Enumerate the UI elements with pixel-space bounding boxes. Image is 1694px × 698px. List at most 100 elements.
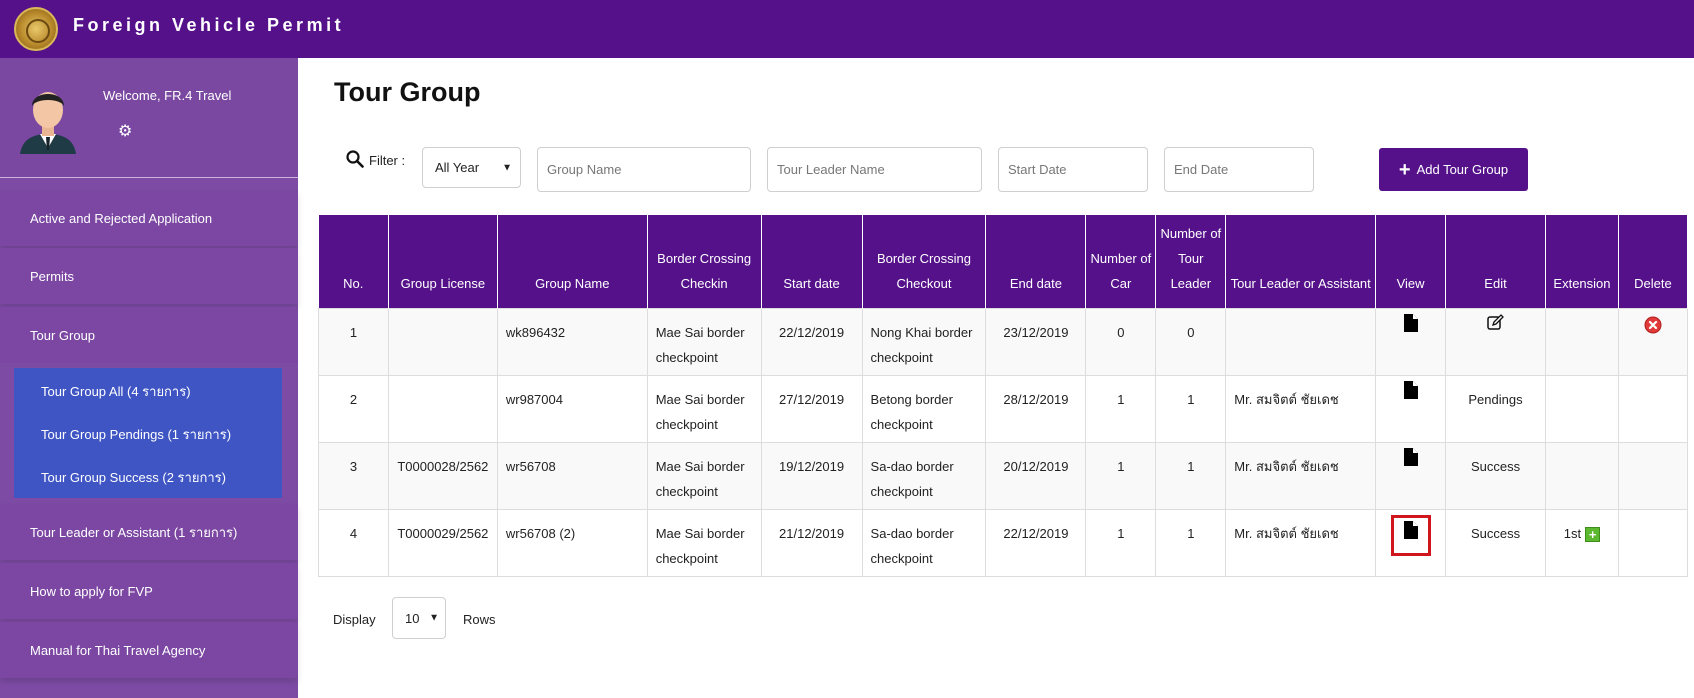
table-row: 3 T0000028/2562 wr56708 Mae Sai border c… [318, 441, 1689, 510]
sidebar-item-tour-group[interactable]: Tour Group [0, 307, 298, 363]
sidebar-item-label: Active and Rejected Application [30, 210, 213, 226]
sidebar-item-label: Permits [30, 268, 75, 284]
gear-icon[interactable]: ⚙ [118, 124, 134, 140]
col-header: End date [985, 215, 1087, 308]
cell-end-date: 23/12/2019 [985, 307, 1087, 376]
sidebar-item-how-to-apply[interactable]: How to apply for FVP [0, 563, 298, 619]
cell-start-date: 19/12/2019 [760, 441, 863, 510]
cell-assistant: Mr. สมจิตต์ ชัยเดช [1225, 508, 1377, 577]
sidebar-item-permits[interactable]: Permits [0, 248, 298, 304]
emblem-logo [14, 7, 58, 51]
rows-label: Rows [463, 612, 496, 627]
cell-edit-status: Pendings [1445, 374, 1546, 443]
col-header: Group Name [497, 215, 648, 308]
year-select[interactable]: All Year ▼ [422, 147, 521, 188]
cell-view [1375, 441, 1447, 510]
add-tour-group-button[interactable]: + Add Tour Group [1379, 148, 1528, 191]
cell-no: 3 [318, 441, 389, 510]
caret-down-icon: ▼ [429, 612, 439, 624]
tour-group-table: No. Group License Group Name Border Cros… [318, 215, 1689, 577]
cell-edit-status: Success [1445, 508, 1546, 577]
document-icon[interactable] [1403, 520, 1418, 539]
delete-icon[interactable] [1644, 316, 1662, 334]
cell-checkin: Mae Sai border checkpoint [646, 374, 762, 443]
col-header: Delete [1618, 215, 1689, 308]
plus-square-icon[interactable]: + [1585, 526, 1601, 542]
submenu-item-pendings[interactable]: Tour Group Pendings (1 รายการ) [41, 424, 231, 445]
tour-leader-name-input[interactable] [767, 147, 982, 192]
cell-no: 1 [318, 307, 389, 376]
submenu-item-success[interactable]: Tour Group Success (2 รายการ) [41, 467, 226, 488]
page-title: Tour Group [334, 77, 481, 107]
cell-cars: 0 [1085, 307, 1157, 376]
tour-group-submenu: Tour Group All (4 รายการ) Tour Group Pen… [14, 368, 282, 498]
sidebar-item-manual[interactable]: Manual for Thai Travel Agency [0, 622, 298, 678]
cell-start-date: 21/12/2019 [760, 508, 863, 577]
cell-checkout: Nong Khai border checkpoint [861, 307, 987, 376]
app-title: Foreign Vehicle Permit [73, 15, 345, 35]
filter-label: Filter : [369, 153, 406, 168]
profile-panel: Welcome, FR.4 Travel ⚙ [0, 58, 298, 178]
cell-view [1375, 307, 1447, 376]
cell-delete [1617, 307, 1689, 376]
table-row: 2 wr987004 Mae Sai border checkpoint 27/… [318, 374, 1689, 443]
avatar [20, 92, 76, 154]
col-header: Border Crossing Checkin [647, 215, 762, 308]
col-header: Number of Car [1085, 215, 1157, 308]
cell-no: 2 [318, 374, 389, 443]
col-header: Group License [388, 215, 498, 308]
col-header: Tour Leader or Assistant [1225, 215, 1377, 308]
group-name-input[interactable] [537, 147, 751, 192]
add-tour-group-label: Add Tour Group [1416, 162, 1509, 177]
cell-start-date: 22/12/2019 [760, 307, 863, 376]
col-header: View [1375, 215, 1447, 308]
start-date-input[interactable] [998, 147, 1148, 192]
sidebar-item-label: Manual for Thai Travel Agency [30, 642, 206, 658]
welcome-text: Welcome, FR.4 Travel [103, 88, 232, 103]
search-icon [346, 150, 364, 168]
document-icon[interactable] [1403, 447, 1418, 466]
col-header: Number of Tour Leader [1155, 215, 1227, 308]
sidebar-item-label: Tour Group [30, 327, 96, 343]
cell-checkin: Mae Sai border checkpoint [646, 441, 762, 510]
col-header: Border Crossing Checkout [862, 215, 987, 308]
end-date-input[interactable] [1164, 147, 1314, 192]
display-label: Display [333, 612, 376, 627]
sidebar-item-tour-leader[interactable]: Tour Leader or Assistant (1 รายการ) [0, 504, 298, 560]
cell-extension [1544, 307, 1619, 376]
sidebar-item-label: Tour Leader or Assistant (1 รายการ) [30, 524, 238, 540]
sidebar-item-active-rejected[interactable]: Active and Rejected Application [0, 190, 298, 246]
cell-end-date: 22/12/2019 [985, 508, 1087, 577]
cell-delete [1617, 374, 1689, 443]
rows-per-page-select[interactable]: 10 ▼ [392, 597, 446, 639]
col-header: Start date [761, 215, 863, 308]
cell-view [1375, 374, 1447, 443]
cell-assistant: Mr. สมจิตต์ ชัยเดช [1225, 441, 1377, 510]
cell-end-date: 28/12/2019 [985, 374, 1087, 443]
cell-cars: 1 [1085, 374, 1157, 443]
col-header: No. [318, 215, 389, 308]
cell-checkout: Betong border checkpoint [861, 374, 987, 443]
caret-down-icon: ▼ [502, 162, 512, 173]
cell-view [1375, 508, 1447, 577]
cell-extension [1544, 374, 1619, 443]
cell-license: T0000028/2562 [387, 441, 498, 510]
cell-license: T0000029/2562 [387, 508, 498, 577]
cell-extension: 1st + [1544, 508, 1619, 577]
cell-checkout: Sa-dao border checkpoint [861, 441, 987, 510]
table-header-row: No. Group License Group Name Border Cros… [318, 215, 1689, 308]
view-highlight-box [1390, 514, 1431, 556]
cell-edit [1445, 307, 1546, 376]
cell-checkout: Sa-dao border checkpoint [861, 508, 987, 577]
plus-icon: + [1398, 158, 1411, 181]
document-icon[interactable] [1403, 313, 1418, 332]
cell-assistant: Mr. สมจิตต์ ชัยเดช [1225, 374, 1377, 443]
document-icon[interactable] [1403, 380, 1418, 399]
cell-leaders: 0 [1155, 307, 1227, 376]
cell-no: 4 [318, 508, 389, 577]
edit-icon[interactable] [1487, 313, 1504, 331]
sidebar-item-label: How to apply for FVP [30, 583, 153, 599]
cell-edit-status: Success [1445, 441, 1546, 510]
cell-group-name: wr56708 [496, 441, 648, 510]
submenu-item-all[interactable]: Tour Group All (4 รายการ) [41, 381, 191, 402]
